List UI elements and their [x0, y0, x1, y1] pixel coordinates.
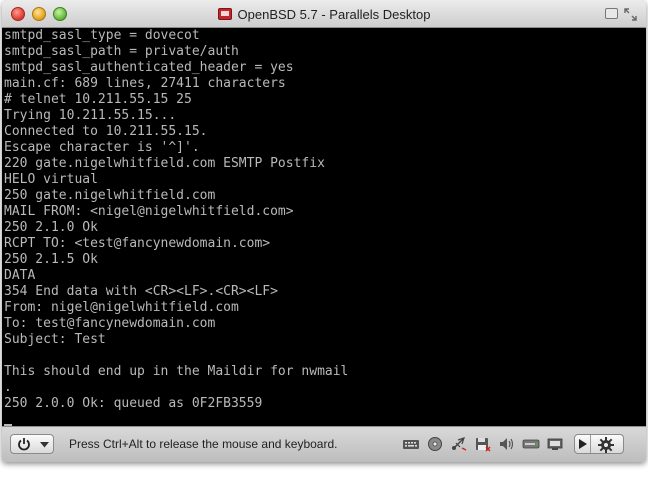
console-line: From: nigel@nigelwhitfield.com — [4, 300, 239, 315]
fullscreen-icon[interactable] — [624, 8, 637, 21]
release-input-hint: Press Ctrl+Alt to release the mouse and … — [69, 437, 338, 451]
status-bar: Press Ctrl+Alt to release the mouse and … — [2, 426, 646, 462]
console-line: 354 End data with <CR><LF>.<CR><LF> — [4, 284, 278, 299]
vm-window: OpenBSD 5.7 - Parallels Desktop smtpd_sa… — [2, 0, 646, 462]
hard-disk-icon[interactable] — [522, 436, 540, 452]
vm-console-screen[interactable]: smtpd_sasl_type = dovecot smtpd_sasl_pat… — [2, 28, 646, 426]
divider — [590, 435, 591, 453]
console-line: 250 gate.nigelwhitfield.com — [4, 188, 216, 203]
vm-controls — [574, 434, 624, 454]
power-icon — [18, 438, 30, 451]
console-line: main.cf: 689 lines, 27411 characters — [4, 76, 286, 91]
console-line: Subject: Test — [4, 332, 106, 347]
console-line: 220 gate.nigelwhitfield.com ESMTP Postfi… — [4, 156, 325, 171]
console-line: 250 2.1.5 Ok — [4, 252, 98, 267]
cd-drive-icon[interactable] — [426, 436, 444, 452]
sound-icon[interactable] — [498, 436, 516, 452]
console-line: To: test@fancynewdomain.com — [4, 316, 216, 331]
floppy-icon[interactable] — [474, 436, 492, 452]
parallels-vm-icon — [217, 8, 232, 20]
usb-icon[interactable] — [450, 436, 468, 452]
console-line: # telnet 10.211.55.15 25 — [4, 92, 192, 107]
network-icon[interactable] — [546, 436, 564, 452]
console-line: HELO virtual — [4, 172, 98, 187]
window-title-area: OpenBSD 5.7 - Parallels Desktop — [2, 0, 646, 28]
console-line: smtpd_sasl_path = private/auth — [4, 44, 239, 59]
console-line: Connected to 10.211.55.15. — [4, 124, 208, 139]
keyboard-icon[interactable] — [402, 436, 420, 452]
console-line: smtpd_sasl_type = dovecot — [4, 28, 200, 43]
console-line: . — [4, 380, 12, 395]
power-button[interactable] — [10, 434, 54, 454]
window-title: OpenBSD 5.7 - Parallels Desktop — [237, 6, 431, 22]
console-line: Trying 10.211.55.15... — [4, 108, 177, 123]
console-line: RCPT TO: <test@fancynewdomain.com> — [4, 236, 271, 251]
console-line: MAIL FROM: <nigel@nigelwhitfield.com> — [4, 204, 294, 219]
console-line: DATA — [4, 268, 36, 283]
console-line: Escape character is '^]'. — [4, 140, 200, 155]
console-line: 250 2.1.0 Ok — [4, 220, 98, 235]
console-line: 250 2.0.0 Ok: queued as 0F2FB3559 — [4, 396, 263, 411]
coherence-view-icon[interactable] — [605, 8, 618, 19]
console-line: smtpd_sasl_authenticated_header = yes — [4, 60, 294, 75]
chevron-down-icon — [40, 442, 49, 448]
title-bar[interactable]: OpenBSD 5.7 - Parallels Desktop — [2, 0, 646, 28]
play-icon[interactable] — [579, 439, 587, 449]
gear-icon[interactable] — [597, 436, 615, 454]
console-line: This should end up in the Maildir for nw… — [4, 364, 349, 379]
